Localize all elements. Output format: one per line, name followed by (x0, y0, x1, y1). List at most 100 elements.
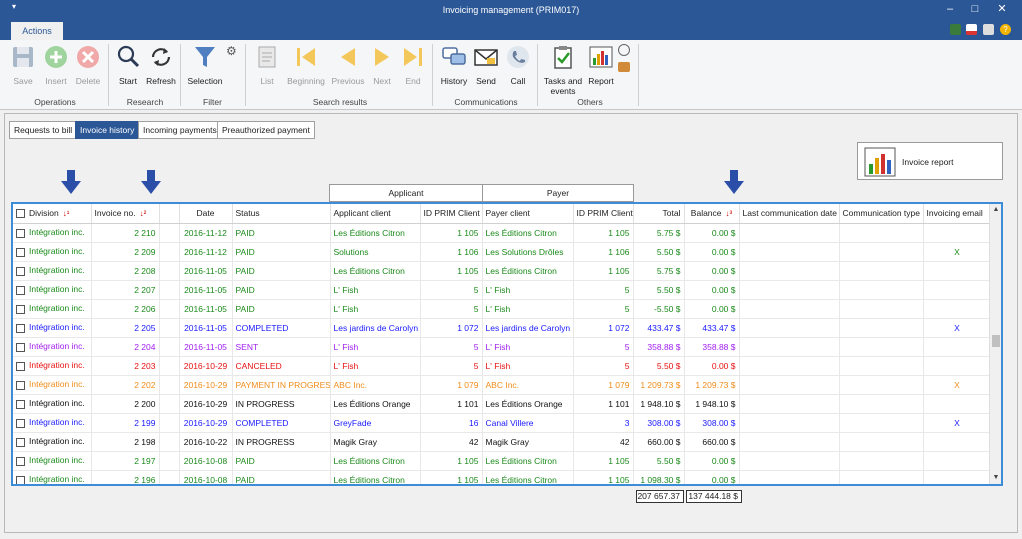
selection-button[interactable]: Selection (185, 44, 225, 86)
table-cell[interactable]: 1 105 (420, 451, 483, 471)
table-cell[interactable]: 2016-10-22 (179, 432, 233, 452)
table-cell[interactable] (739, 318, 840, 338)
table-cell[interactable]: 0.00 $ (684, 261, 740, 281)
table-cell[interactable]: Les Éditions Orange (482, 394, 574, 414)
table-cell[interactable] (739, 223, 840, 243)
row-checkbox[interactable] (16, 399, 25, 409)
table-cell[interactable]: 2 207 (91, 280, 160, 300)
table-cell[interactable] (159, 337, 180, 357)
table-cell[interactable] (159, 432, 180, 452)
table-cell[interactable]: 358.88 $ (684, 337, 740, 357)
table-cell[interactable]: 1 948.10 $ (633, 394, 685, 414)
table-cell[interactable] (739, 432, 840, 452)
column-header-applicant-client[interactable]: Applicant client (330, 204, 421, 224)
table-row[interactable]: Intégration inc. 2 203 2016-10-29 CANCELED L… (13, 356, 992, 376)
table-row[interactable]: Intégration inc. 2 199 2016-10-29 COMPLETED… (13, 413, 992, 433)
table-cell[interactable] (159, 470, 180, 484)
table-cell[interactable] (739, 451, 840, 471)
table-cell[interactable]: 0.00 $ (684, 451, 740, 471)
table-cell[interactable]: Les Éditions Citron (330, 223, 421, 243)
table-cell[interactable]: 358.88 $ (633, 337, 685, 357)
table-cell[interactable]: 5 (420, 280, 483, 300)
beginning-button[interactable]: Beginning (284, 44, 328, 86)
table-cell[interactable]: 1 101 (420, 394, 483, 414)
table-row[interactable]: Intégration inc. 2 204 2016-11-05 SENT L' Fi… (13, 337, 992, 357)
table-cell[interactable]: 1 079 (420, 375, 483, 395)
table-cell[interactable]: 2 202 (91, 375, 160, 395)
table-cell[interactable]: CANCELED (232, 356, 331, 376)
table-cell[interactable]: Les Solutions Drôles (482, 242, 574, 262)
table-cell[interactable]: L' Fish (482, 356, 574, 376)
table-cell[interactable]: 1 106 (573, 242, 634, 262)
table-cell[interactable] (923, 432, 992, 452)
table-cell[interactable]: 2 199 (91, 413, 160, 433)
table-cell[interactable]: -5.50 $ (633, 299, 685, 319)
scroll-up-icon[interactable]: ▲ (990, 206, 1001, 213)
table-cell[interactable]: 2016-10-29 (179, 356, 233, 376)
table-cell[interactable]: Intégration inc. (13, 261, 92, 281)
table-cell[interactable] (839, 451, 924, 471)
column-header-status[interactable]: Status (232, 204, 331, 224)
row-checkbox[interactable] (16, 456, 25, 466)
table-cell[interactable]: Magik Gray (330, 432, 421, 452)
table-cell[interactable]: 660.00 $ (684, 432, 740, 452)
row-checkbox[interactable] (16, 380, 25, 390)
table-cell[interactable]: PAID (232, 242, 331, 262)
table-cell[interactable]: 308.00 $ (684, 413, 740, 433)
table-cell[interactable]: 2016-11-12 (179, 242, 233, 262)
table-cell[interactable]: Intégration inc. (13, 375, 92, 395)
table-cell[interactable] (739, 356, 840, 376)
scrollbar-thumb[interactable] (992, 335, 1000, 347)
table-cell[interactable] (159, 394, 180, 414)
table-cell[interactable]: 2016-10-29 (179, 413, 233, 433)
table-cell[interactable]: 2 206 (91, 299, 160, 319)
table-cell[interactable] (923, 261, 992, 281)
table-cell[interactable] (159, 318, 180, 338)
table-cell[interactable]: 1 072 (573, 318, 634, 338)
table-cell[interactable]: 1 209.73 $ (684, 375, 740, 395)
table-row[interactable]: Intégration inc. 2 210 2016-11-12 PAID Les É… (13, 223, 992, 243)
table-cell[interactable]: X (923, 375, 992, 395)
table-cell[interactable]: 1 105 (420, 223, 483, 243)
table-cell[interactable]: 5.75 $ (633, 223, 685, 243)
table-cell[interactable]: 2016-10-08 (179, 470, 233, 484)
toolbox-icon[interactable] (618, 62, 630, 72)
table-cell[interactable]: Intégration inc. (13, 337, 92, 357)
maximize-icon[interactable]: □ (969, 3, 981, 15)
row-checkbox[interactable] (16, 342, 25, 352)
table-cell[interactable]: PAID (232, 299, 331, 319)
row-checkbox[interactable] (16, 361, 25, 371)
table-cell[interactable]: 5.50 $ (633, 356, 685, 376)
table-cell[interactable]: 0.00 $ (684, 470, 740, 484)
column-header-division[interactable]: Division ↓¹ (13, 204, 92, 224)
table-cell[interactable]: 0.00 $ (684, 223, 740, 243)
table-cell[interactable]: 5.50 $ (633, 242, 685, 262)
table-cell[interactable]: 5 (573, 356, 634, 376)
column-header-balance[interactable]: Balance ↓³ (684, 204, 740, 224)
table-cell[interactable] (739, 375, 840, 395)
table-cell[interactable] (839, 394, 924, 414)
table-cell[interactable]: Intégration inc. (13, 280, 92, 300)
table-cell[interactable]: Les Éditions Orange (330, 394, 421, 414)
table-cell[interactable]: Intégration inc. (13, 356, 92, 376)
tasks-and-events-button[interactable]: Tasks and events (541, 44, 585, 96)
report-button[interactable]: Report (586, 44, 616, 86)
table-cell[interactable]: Intégration inc. (13, 470, 92, 484)
filter-settings-gear-icon[interactable]: ⚙ (226, 44, 237, 58)
table-cell[interactable]: 660.00 $ (633, 432, 685, 452)
table-cell[interactable]: PAID (232, 470, 331, 484)
table-cell[interactable] (739, 299, 840, 319)
table-cell[interactable] (923, 356, 992, 376)
table-cell[interactable]: 2 203 (91, 356, 160, 376)
table-row[interactable]: Intégration inc. 2 202 2016-10-29 PAYMENT I… (13, 375, 992, 395)
table-cell[interactable]: Intégration inc. (13, 394, 92, 414)
table-cell[interactable] (839, 261, 924, 281)
table-cell[interactable]: 1 098.30 $ (633, 470, 685, 484)
table-cell[interactable]: Les jardins de Carolyn (482, 318, 574, 338)
table-cell[interactable]: 1 948.10 $ (684, 394, 740, 414)
table-row[interactable]: Intégration inc. 2 198 2016-10-22 IN PROGRE… (13, 432, 992, 452)
table-cell[interactable] (923, 394, 992, 414)
table-cell[interactable] (739, 337, 840, 357)
invoice-report-button[interactable]: Invoice report (857, 142, 1003, 180)
table-cell[interactable] (159, 280, 180, 300)
